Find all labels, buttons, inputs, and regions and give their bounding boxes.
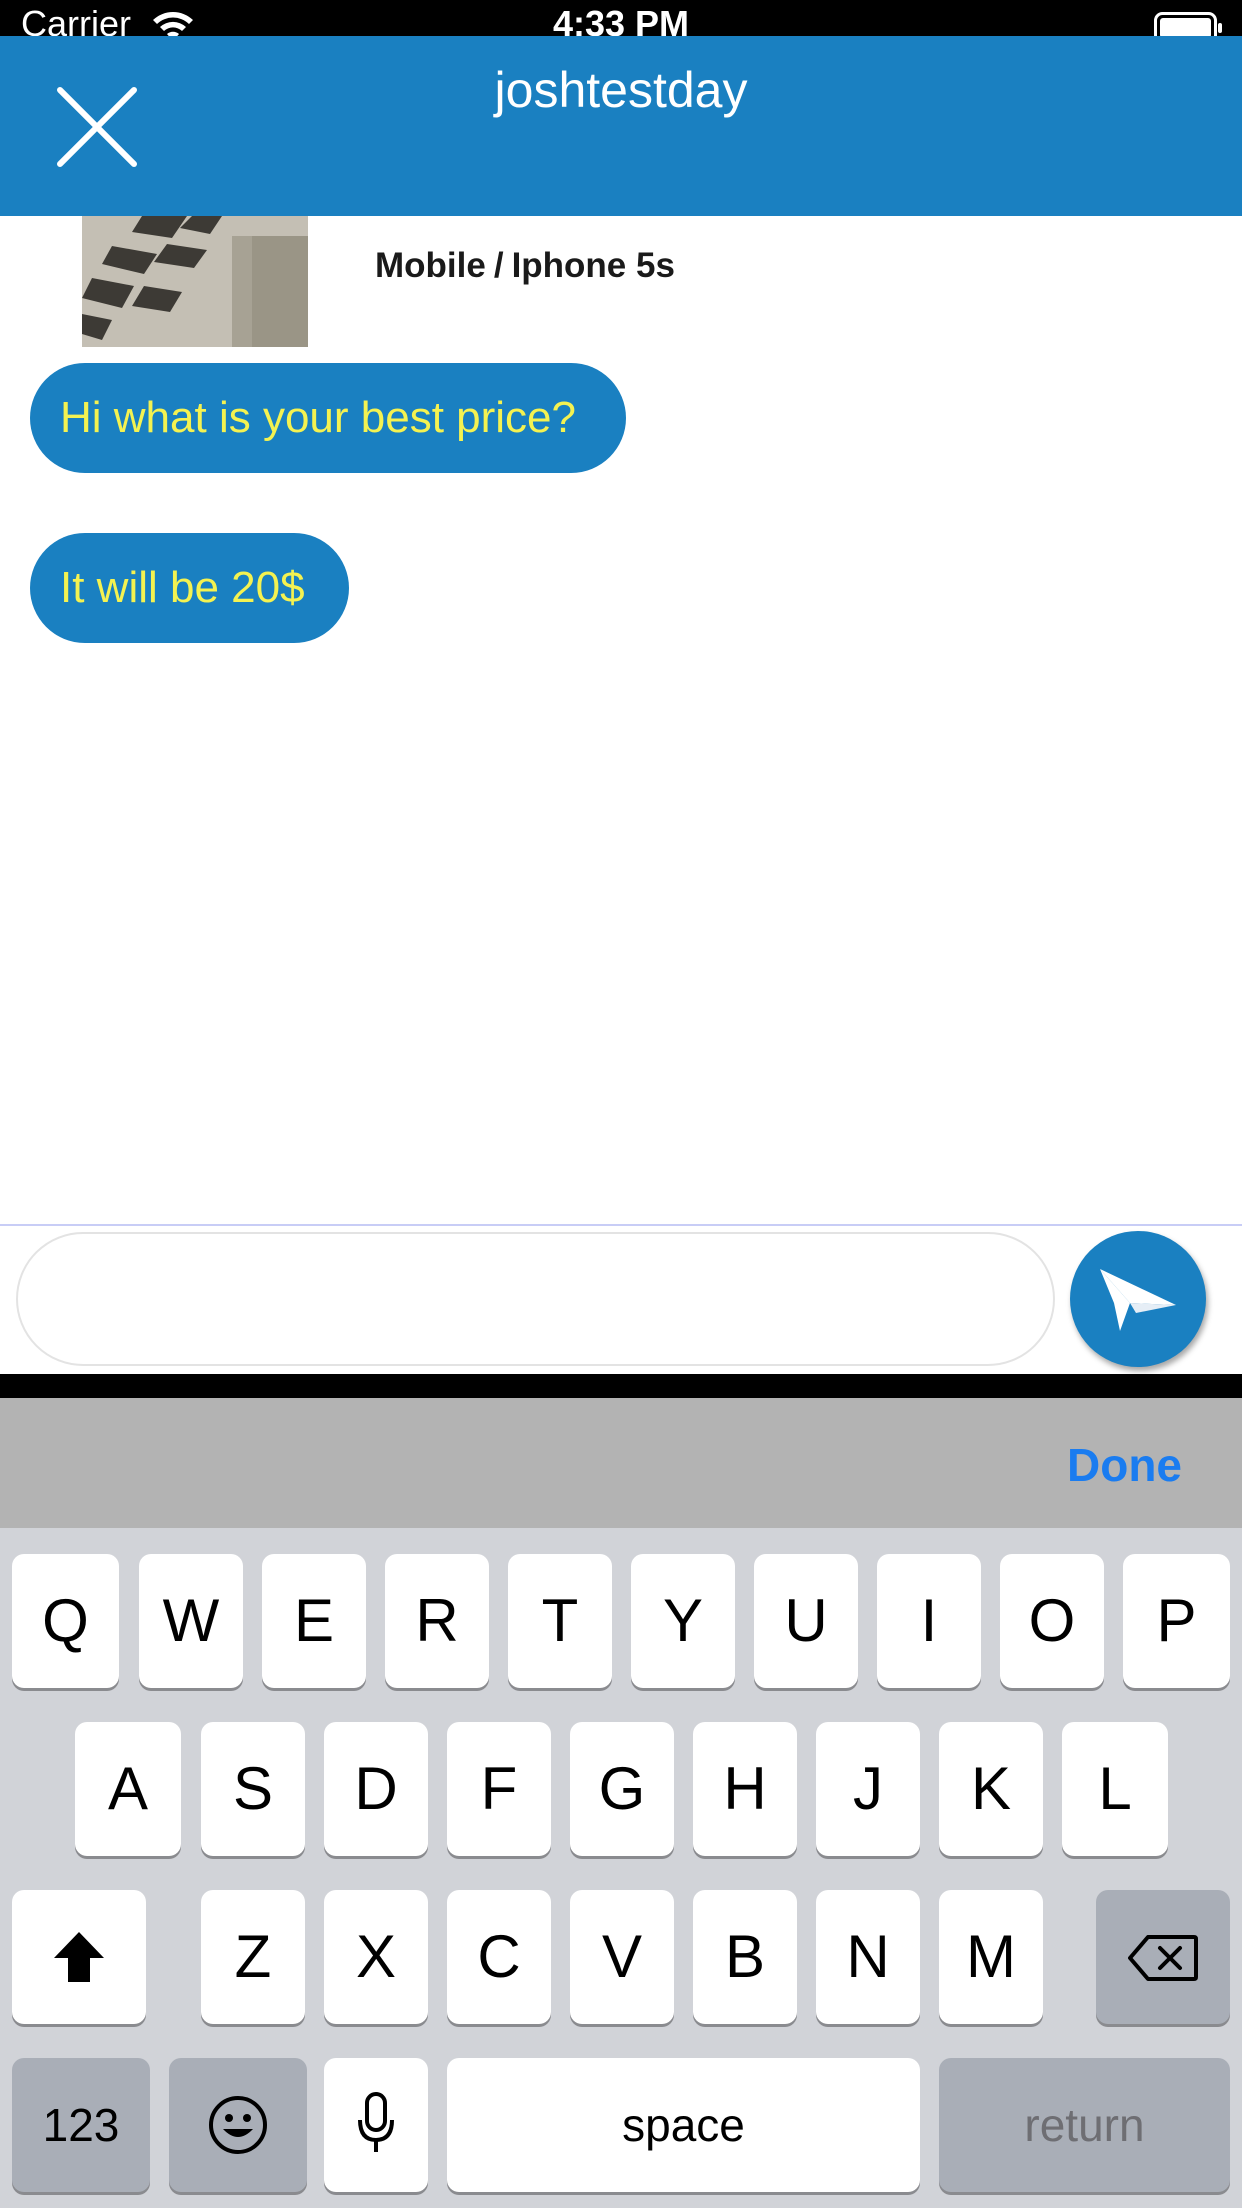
dictation-key[interactable] xyxy=(324,2058,428,2192)
composer-divider xyxy=(0,1224,1242,1226)
key-v[interactable]: V xyxy=(570,1890,674,2024)
keyboard: Q W E R T Y U I O P A S D F G H J K L Z … xyxy=(0,1528,1242,2208)
delete-key[interactable] xyxy=(1096,1890,1230,2024)
done-button[interactable]: Done xyxy=(1067,1438,1182,1492)
key-n[interactable]: N xyxy=(816,1890,920,2024)
key-j[interactable]: J xyxy=(816,1722,920,1856)
key-z[interactable]: Z xyxy=(201,1890,305,2024)
status-bar: Carrier 4:33 PM xyxy=(0,0,1242,44)
paper-plane-icon xyxy=(1100,1269,1176,1331)
space-key[interactable]: space xyxy=(447,2058,920,2192)
message-input[interactable] xyxy=(16,1232,1055,1366)
product-label: Mobile / Iphone 5s xyxy=(375,246,675,286)
key-h[interactable]: H xyxy=(693,1722,797,1856)
product-category: Mobile xyxy=(375,246,486,285)
backspace-icon xyxy=(1128,1935,1198,1981)
keyboard-toolbar: Done xyxy=(0,1398,1242,1528)
key-b[interactable]: B xyxy=(693,1890,797,2024)
product-separator: / xyxy=(493,246,504,285)
key-l[interactable]: L xyxy=(1062,1722,1168,1856)
nav-bar: joshtestday xyxy=(0,36,1242,216)
key-r[interactable]: R xyxy=(385,1554,489,1688)
message-bubble: Hi what is your best price? xyxy=(30,363,626,473)
key-i[interactable]: I xyxy=(877,1554,981,1688)
key-g[interactable]: G xyxy=(570,1722,674,1856)
close-icon[interactable] xyxy=(52,82,142,172)
key-k[interactable]: K xyxy=(939,1722,1043,1856)
key-d[interactable]: D xyxy=(324,1722,428,1856)
key-a[interactable]: A xyxy=(75,1722,181,1856)
emoji-icon xyxy=(209,2096,267,2154)
key-m[interactable]: M xyxy=(939,1890,1043,2024)
send-button[interactable] xyxy=(1070,1231,1206,1367)
key-o[interactable]: O xyxy=(1000,1554,1104,1688)
conversation-title-text: joshtestday xyxy=(494,62,748,118)
numbers-key[interactable]: 123 xyxy=(12,2058,150,2192)
key-w[interactable]: W xyxy=(139,1554,243,1688)
key-c[interactable]: C xyxy=(447,1890,551,2024)
key-p[interactable]: P xyxy=(1123,1554,1230,1688)
conversation-title: joshtestday xyxy=(0,36,1242,216)
shift-key[interactable] xyxy=(12,1890,146,2024)
message-bubble: It will be 20$ xyxy=(30,533,349,643)
emoji-key[interactable] xyxy=(169,2058,307,2192)
product-thumbnail[interactable] xyxy=(82,216,308,347)
key-x[interactable]: X xyxy=(324,1890,428,2024)
key-t[interactable]: T xyxy=(508,1554,612,1688)
keyboard-separator xyxy=(0,1374,1242,1398)
key-e[interactable]: E xyxy=(262,1554,366,1688)
key-q[interactable]: Q xyxy=(12,1554,119,1688)
key-s[interactable]: S xyxy=(201,1722,305,1856)
key-y[interactable]: Y xyxy=(631,1554,735,1688)
key-u[interactable]: U xyxy=(754,1554,858,1688)
shift-icon xyxy=(54,1932,104,1982)
return-key[interactable]: return xyxy=(939,2058,1230,2192)
microphone-icon xyxy=(358,2092,394,2152)
key-f[interactable]: F xyxy=(447,1722,551,1856)
product-name: Iphone 5s xyxy=(511,246,675,285)
